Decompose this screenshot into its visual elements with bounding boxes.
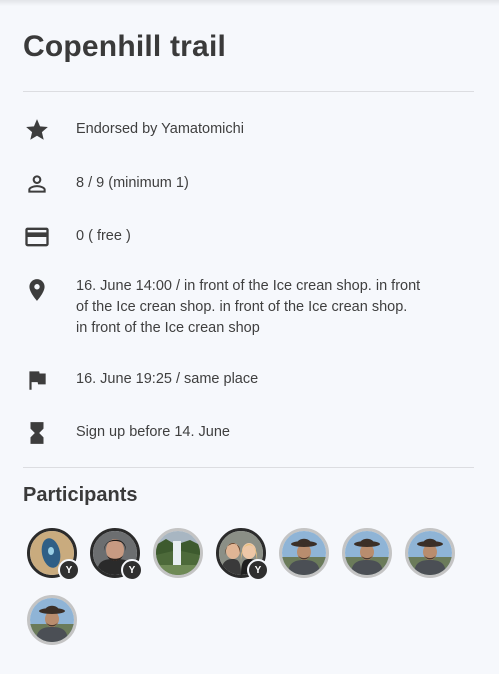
avatar-image <box>408 531 452 575</box>
person-icon <box>23 170 51 198</box>
yamatomichi-badge: Y <box>247 559 269 581</box>
participant-avatar[interactable] <box>27 595 77 645</box>
avatar-image <box>30 598 74 642</box>
credit-card-icon <box>23 223 51 251</box>
page-title: Copenhill trail <box>23 30 227 63</box>
participant-avatar[interactable]: Y <box>216 528 269 581</box>
participants-heading: Participants <box>23 484 138 506</box>
avatar-image <box>156 531 200 575</box>
yamatomichi-badge: Y <box>58 559 80 581</box>
finish-text: 16. June 19:25 / same place <box>76 371 259 387</box>
avatar-image <box>345 531 389 575</box>
star-icon <box>23 116 51 144</box>
flag-icon <box>23 366 51 394</box>
participant-avatar[interactable] <box>279 528 329 578</box>
hourglass-icon <box>23 419 51 447</box>
top-shadow <box>0 0 499 6</box>
capacity-text: 8 / 9 (minimum 1) <box>76 175 189 191</box>
divider <box>23 467 474 468</box>
price-text: 0 ( free ) <box>76 228 131 244</box>
participant-avatar[interactable] <box>153 528 203 578</box>
location-pin-icon <box>23 276 51 304</box>
endorsement-text: Endorsed by Yamatomichi <box>76 121 244 137</box>
participant-avatar[interactable] <box>405 528 455 578</box>
participant-avatar[interactable] <box>342 528 392 578</box>
event-detail-page: Copenhill trail Endorsed by Yamatomichi … <box>0 0 499 674</box>
yamatomichi-badge: Y <box>121 559 143 581</box>
deadline-text: Sign up before 14. June <box>76 424 230 440</box>
divider <box>23 91 474 92</box>
avatar-image <box>282 531 326 575</box>
participant-avatar[interactable]: Y <box>27 528 80 581</box>
participant-avatar[interactable]: Y <box>90 528 143 581</box>
meeting-point-text: 16. June 14:00 / in front of the Ice cre… <box>76 278 421 336</box>
